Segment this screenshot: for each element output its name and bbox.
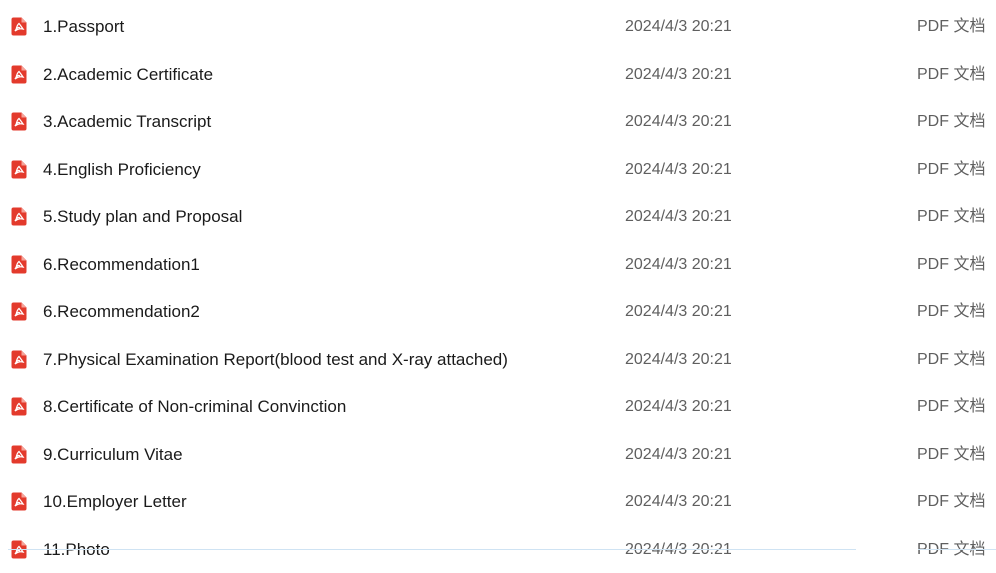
- file-type: PDF 文档: [917, 98, 985, 145]
- file-name: 3.Academic Transcript: [43, 98, 211, 145]
- file-modified-date: 2024/4/3 20:21: [625, 193, 732, 240]
- file-row[interactable]: 4.English Proficiency 2024/4/3 20:21 PDF…: [0, 146, 996, 194]
- file-name: 6.Recommendation2: [43, 288, 200, 335]
- file-row[interactable]: 2.Academic Certificate 2024/4/3 20:21 PD…: [0, 51, 996, 99]
- file-name: 6.Recommendation1: [43, 241, 200, 288]
- file-type: PDF 文档: [917, 288, 985, 335]
- file-row[interactable]: 7.Physical Examination Report(blood test…: [0, 336, 996, 384]
- file-modified-date: 2024/4/3 20:21: [625, 383, 732, 430]
- file-row[interactable]: 10.Employer Letter 2024/4/3 20:21 PDF 文档: [0, 478, 996, 526]
- pdf-file-icon: [11, 350, 27, 369]
- file-name: 4.English Proficiency: [43, 146, 201, 193]
- file-type: PDF 文档: [917, 51, 985, 98]
- row-divider: [918, 549, 996, 550]
- file-modified-date: 2024/4/3 20:21: [625, 146, 732, 193]
- file-row[interactable]: 1.Passport 2024/4/3 20:21 PDF 文档: [0, 3, 996, 51]
- file-row[interactable]: 8.Certificate of Non-criminal Convinctio…: [0, 383, 996, 431]
- file-modified-date: 2024/4/3 20:21: [625, 336, 732, 383]
- file-modified-date: 2024/4/3 20:21: [625, 3, 732, 50]
- file-row[interactable]: 5.Study plan and Proposal 2024/4/3 20:21…: [0, 193, 996, 241]
- pdf-file-icon: [11, 397, 27, 416]
- file-type: PDF 文档: [917, 478, 985, 525]
- file-row[interactable]: 6.Recommendation1 2024/4/3 20:21 PDF 文档: [0, 241, 996, 289]
- file-row[interactable]: 6.Recommendation2 2024/4/3 20:21 PDF 文档: [0, 288, 996, 336]
- pdf-file-icon: [11, 302, 27, 321]
- file-name: 9.Curriculum Vitae: [43, 431, 183, 478]
- file-modified-date: 2024/4/3 20:21: [625, 478, 732, 525]
- file-name: 5.Study plan and Proposal: [43, 193, 242, 240]
- pdf-file-icon: [11, 492, 27, 511]
- pdf-file-icon: [11, 255, 27, 274]
- file-type: PDF 文档: [917, 431, 985, 478]
- file-type: PDF 文档: [917, 336, 985, 383]
- pdf-file-icon: [11, 17, 27, 36]
- pdf-file-icon: [11, 445, 27, 464]
- file-modified-date: 2024/4/3 20:21: [625, 288, 732, 335]
- file-row[interactable]: 3.Academic Transcript 2024/4/3 20:21 PDF…: [0, 98, 996, 146]
- file-type: PDF 文档: [917, 3, 985, 50]
- file-type: PDF 文档: [917, 146, 985, 193]
- file-type: PDF 文档: [917, 241, 985, 288]
- file-name: 8.Certificate of Non-criminal Convinctio…: [43, 383, 346, 430]
- pdf-file-icon: [11, 207, 27, 226]
- file-modified-date: 2024/4/3 20:21: [625, 241, 732, 288]
- pdf-file-icon: [11, 160, 27, 179]
- file-name: 10.Employer Letter: [43, 478, 187, 525]
- pdf-file-icon: [11, 65, 27, 84]
- file-name: 1.Passport: [43, 3, 124, 50]
- file-modified-date: 2024/4/3 20:21: [625, 98, 732, 145]
- file-type: PDF 文档: [917, 193, 985, 240]
- pdf-file-icon: [11, 112, 27, 131]
- file-modified-date: 2024/4/3 20:21: [625, 431, 732, 478]
- file-list: 1.Passport 2024/4/3 20:21 PDF 文档 2.Acade…: [0, 3, 996, 573]
- file-type: PDF 文档: [917, 383, 985, 430]
- file-modified-date: 2024/4/3 20:21: [625, 51, 732, 98]
- file-name: 2.Academic Certificate: [43, 51, 213, 98]
- file-name: 7.Physical Examination Report(blood test…: [43, 336, 508, 383]
- row-divider: [8, 549, 856, 550]
- file-row[interactable]: 9.Curriculum Vitae 2024/4/3 20:21 PDF 文档: [0, 431, 996, 479]
